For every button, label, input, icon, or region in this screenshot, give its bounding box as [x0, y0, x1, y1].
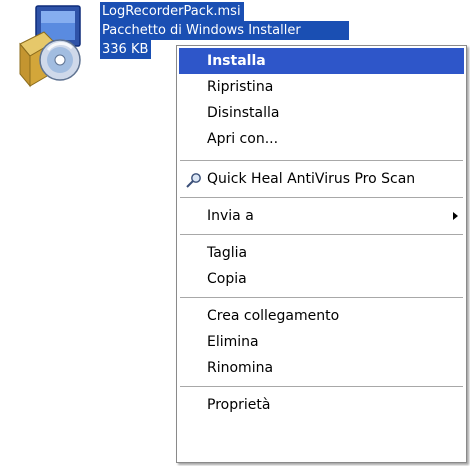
menu-item-label: Copia — [207, 271, 247, 287]
desktop: LogRecorderPack.msi Pacchetto di Windows… — [0, 0, 470, 466]
menu-item-label: Crea collegamento — [207, 308, 340, 324]
menu-item-send-to[interactable]: Invia a — [179, 203, 464, 229]
menu-item-label: Proprietà — [207, 397, 271, 413]
menu-item-rename[interactable]: Rinomina — [179, 355, 464, 381]
menu-item-open-with[interactable]: Apri con... — [179, 126, 464, 152]
menu-item-install[interactable]: Installa — [179, 48, 464, 74]
menu-item-antivirus-scan[interactable]: Quick Heal AntiVirus Pro Scan — [179, 166, 464, 192]
menu-item-repair[interactable]: Ripristina — [179, 74, 464, 100]
menu-item-label: Taglia — [207, 245, 248, 261]
menu-item-label: Rinomina — [207, 360, 274, 376]
menu-item-label: Invia a — [207, 208, 254, 224]
menu-separator — [180, 234, 463, 235]
menu-item-label: Elimina — [207, 334, 259, 350]
file-size: 336 KB — [100, 40, 152, 59]
menu-item-label: Installa — [207, 53, 266, 69]
menu-item-uninstall[interactable]: Disinstalla — [179, 100, 464, 126]
menu-item-label: Quick Heal AntiVirus Pro Scan — [207, 171, 416, 187]
menu-item-label: Ripristina — [207, 79, 274, 95]
menu-item-properties[interactable]: Proprietà — [179, 392, 464, 418]
msi-installer-icon[interactable] — [14, 2, 100, 88]
magnifier-icon — [185, 171, 203, 188]
menu-separator — [180, 297, 463, 298]
menu-separator — [180, 386, 463, 387]
file-name: LogRecorderPack.msi — [100, 2, 244, 21]
menu-item-delete[interactable]: Elimina — [179, 329, 464, 355]
menu-item-copy[interactable]: Copia — [179, 266, 464, 292]
file-type: Pacchetto di Windows Installer — [100, 21, 349, 40]
menu-item-create-shortcut[interactable]: Crea collegamento — [179, 303, 464, 329]
menu-item-label: Apri con... — [207, 131, 279, 147]
menu-separator — [180, 197, 463, 198]
menu-item-label: Disinstalla — [207, 105, 280, 121]
submenu-arrow-icon — [453, 212, 458, 220]
context-menu: Installa Ripristina Disinstalla Apri con… — [176, 45, 467, 463]
menu-item-cut[interactable]: Taglia — [179, 240, 464, 266]
menu-separator — [180, 160, 463, 161]
